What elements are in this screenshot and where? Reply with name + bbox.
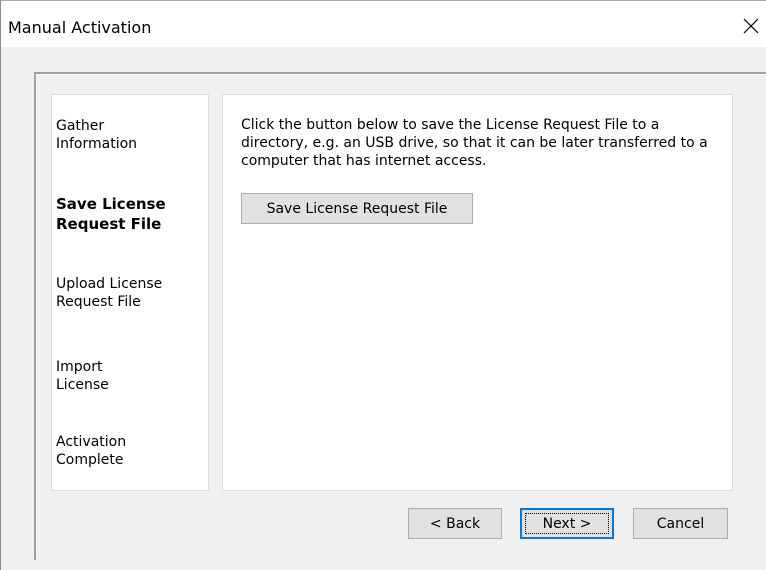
title-bar: Manual Activation: [1, 1, 766, 47]
save-license-request-file-button[interactable]: Save License Request File: [241, 193, 473, 224]
content-panel: Click the button below to save the Licen…: [222, 94, 733, 491]
back-button[interactable]: < Back: [408, 508, 502, 539]
close-button[interactable]: [736, 13, 766, 43]
step-activation-complete: Activation Complete: [56, 434, 127, 468]
close-icon: [743, 18, 759, 38]
manual-activation-dialog: Manual Activation Gather Information Sav…: [0, 0, 766, 570]
step-upload-license-request-file: Upload License Request File: [56, 276, 163, 310]
step-import-license: Import License: [56, 359, 109, 393]
cancel-button[interactable]: Cancel: [633, 508, 728, 539]
next-button[interactable]: Next >: [520, 508, 614, 539]
focus-indicator: [525, 513, 609, 534]
window-title: Manual Activation: [8, 18, 152, 37]
steps-sidebar: Gather Information Save License Request …: [51, 94, 209, 491]
instructions-text: Click the button below to save the Licen…: [241, 117, 708, 169]
step-gather-information: Gather Information: [56, 118, 138, 152]
step-save-license-request-file: Save License Request File: [56, 195, 166, 233]
